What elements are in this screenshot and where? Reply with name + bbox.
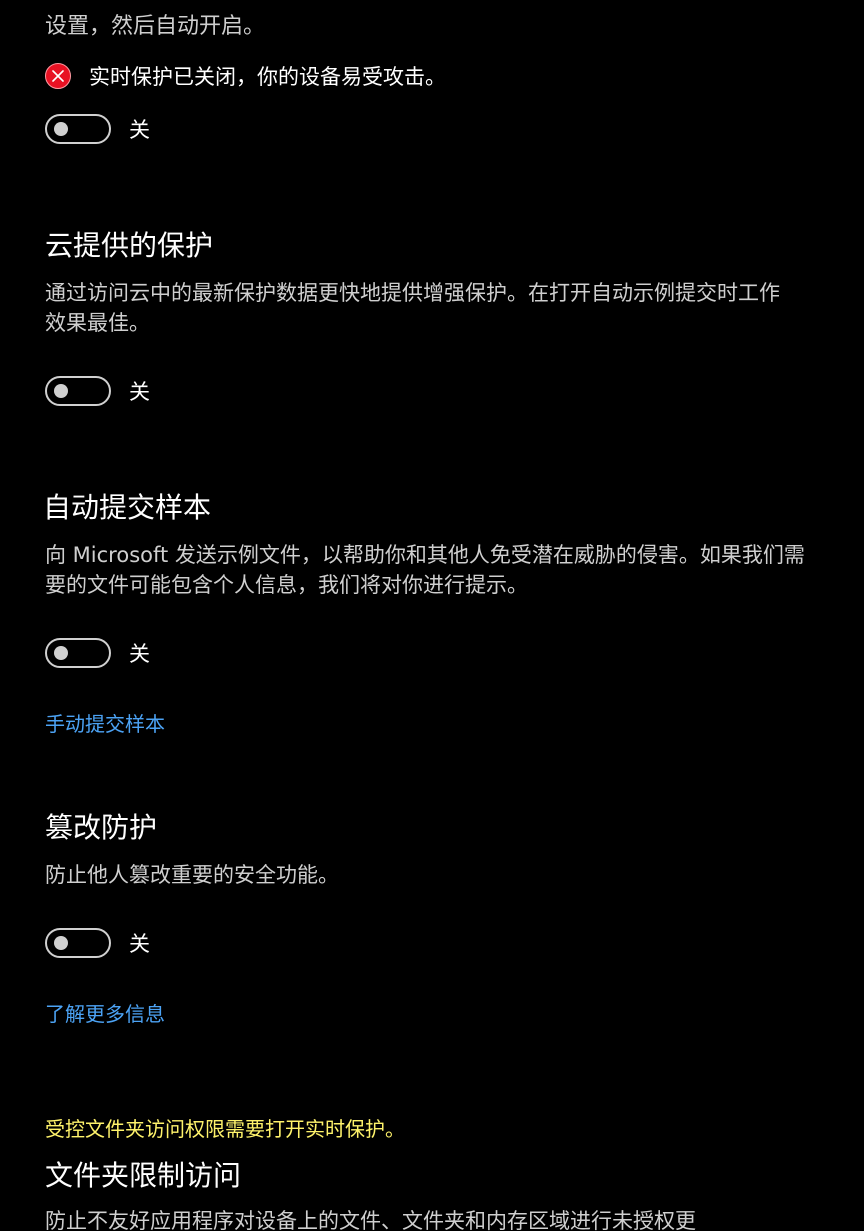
error-circle-x-icon xyxy=(45,63,71,89)
toggle-knob xyxy=(54,384,68,398)
auto-sample-toggle-row: 关 xyxy=(45,638,150,668)
realtime-protection-toggle-row: 关 xyxy=(45,114,150,144)
toggle-knob xyxy=(54,646,68,660)
alert-text: 实时保护已关闭，你的设备易受攻击。 xyxy=(89,65,446,89)
cut-off-description: 设置，然后自动开启。 xyxy=(45,14,266,39)
manual-sample-submit-link[interactable]: 手动提交样本 xyxy=(45,708,165,737)
folder-access-title: 文件夹限制访问 xyxy=(45,1159,242,1192)
cloud-protection-description: 通过访问云中的最新保护数据更快地提供增强保护。在打开自动示例提交时工作效果最佳。 xyxy=(45,281,780,335)
toggle-state-label: 关 xyxy=(129,642,150,666)
tamper-protection-title: 篡改防护 xyxy=(45,811,158,844)
auto-sample-toggle[interactable] xyxy=(45,638,111,668)
realtime-protection-alert: 实时保护已关闭，你的设备易受攻击。 xyxy=(45,62,446,90)
toggle-knob xyxy=(54,936,68,950)
cloud-protection-toggle-row: 关 xyxy=(45,376,150,406)
auto-sample-title: 自动提交样本 xyxy=(43,491,212,524)
realtime-protection-toggle[interactable] xyxy=(45,114,111,144)
folder-access-description: 防止不友好应用程序对设备上的文件、文件夹和内存区域进行未授权更 xyxy=(45,1209,696,1231)
settings-page: 设置，然后自动开启。 实时保护已关闭，你的设备易受攻击。 关 云提供的保护 通过… xyxy=(0,0,864,1231)
tamper-protection-description: 防止他人篡改重要的安全功能。 xyxy=(45,863,339,887)
folder-access-warning: 受控文件夹访问权限需要打开实时保护。 xyxy=(45,1117,405,1141)
tamper-protection-toggle-row: 关 xyxy=(45,928,150,958)
toggle-state-label: 关 xyxy=(129,932,150,956)
learn-more-link[interactable]: 了解更多信息 xyxy=(45,998,165,1027)
toggle-state-label: 关 xyxy=(129,380,150,404)
toggle-state-label: 关 xyxy=(129,118,150,142)
auto-sample-description: 向 Microsoft 发送示例文件，以帮助你和其他人免受潜在威胁的侵害。如果我… xyxy=(45,543,805,597)
toggle-knob xyxy=(54,122,68,136)
cloud-protection-title: 云提供的保护 xyxy=(45,229,214,262)
tamper-protection-toggle[interactable] xyxy=(45,928,111,958)
cloud-protection-toggle[interactable] xyxy=(45,376,111,406)
